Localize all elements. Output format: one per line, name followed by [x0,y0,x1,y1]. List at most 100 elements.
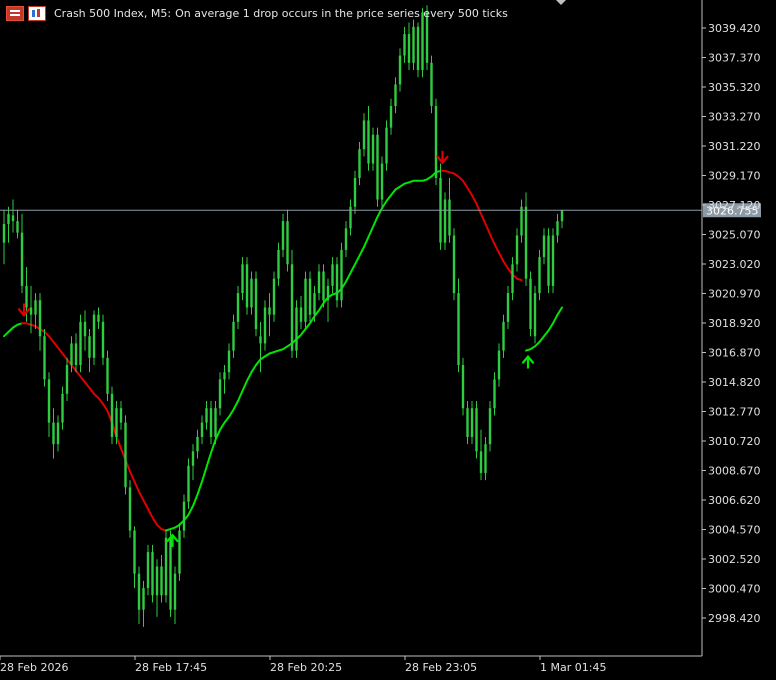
x-tick-label: 28 Feb 2026 [0,661,68,674]
candle-body [542,235,546,258]
candle [272,271,276,322]
candle-body [70,343,73,366]
candle [461,357,465,416]
candle-body [263,307,267,344]
candle-body [493,379,496,409]
candle-body [214,408,217,437]
x-tick-label: 1 Mar 01:45 [540,661,606,674]
candle-body [385,127,388,164]
candle-body [484,444,487,473]
candle-body [101,321,105,358]
candle-body [520,206,523,236]
candle-body [304,278,307,322]
candle [169,530,172,617]
candle-body [29,307,33,315]
y-tick-label: 3010.720 [708,435,761,448]
candle [295,300,298,358]
candle-body [497,350,501,380]
candle-body [209,408,213,437]
candle [538,249,541,301]
candle [376,127,379,207]
candle-body [551,235,555,286]
candle [110,386,114,445]
candle-body [358,149,361,178]
candle-body [61,393,64,423]
candle-body [110,393,114,437]
candle-body [407,34,411,63]
y-tick-label: 2998.420 [708,612,761,625]
candle-body [223,372,226,380]
candle-body [326,285,330,301]
candle-body [200,422,204,437]
x-tick-label: 28 Feb 20:25 [270,661,342,674]
chart-header: Crash 500 Index, M5: On average 1 drop o… [6,5,508,21]
chart-icon[interactable] [28,5,46,21]
y-tick-label: 3014.820 [708,376,761,389]
candle-body [56,422,60,445]
y-tick-label: 3023.020 [708,258,761,271]
y-tick-label: 3000.470 [708,583,761,596]
candle-body [547,235,550,286]
candle-body [335,264,339,301]
candle-body [187,465,190,502]
candle-body [416,26,420,71]
candle-body [155,566,159,596]
candle-body [475,408,478,452]
candle-body [11,215,15,222]
candle-body [169,537,172,610]
price-chart[interactable]: 3026.755 3039.4203037.3703035.3203033.27… [0,0,776,680]
candle [430,55,433,114]
trade-panel-icon[interactable] [6,5,24,21]
candle-body [452,235,456,294]
candle-body [7,213,10,224]
candle [290,249,294,358]
candle-body [434,105,438,178]
candle-body [394,84,397,106]
y-tick-label: 3031.220 [708,140,761,153]
candle-body [560,210,564,222]
candle [488,400,492,452]
candle-body [290,264,294,351]
candle-body [205,408,208,423]
candle-body [457,293,460,366]
y-tick-label: 3039.420 [708,22,761,35]
candle-body [191,451,195,466]
candle-body [16,221,19,233]
candle-body [65,365,69,394]
candle [92,310,96,366]
candle-body [128,487,132,531]
candle-body [466,408,469,437]
candle-body [317,271,321,294]
candle-body [227,350,231,373]
candle [335,257,339,308]
candle-body [250,278,253,308]
candle-body [443,199,447,243]
candle [101,314,105,366]
candle-body [151,552,154,596]
candle [308,271,312,322]
y-tick-label: 3029.170 [708,170,761,183]
candle [178,523,181,581]
candle [547,228,550,294]
candle-body [281,221,285,250]
candle-body [524,206,528,279]
candle-body [241,264,244,294]
candle-body [232,321,235,351]
candle-body [344,228,348,250]
candle-body [97,314,100,322]
candle-body [2,223,6,243]
candle-body [470,408,474,437]
y-tick-label: 3016.870 [708,347,761,360]
candle-body [340,249,343,301]
candle-body [538,257,541,294]
candle-body [313,293,316,315]
candle-body [367,120,370,164]
candle [79,314,82,373]
candle-body [178,530,181,574]
candle-body [142,588,145,610]
candle-body [488,408,492,445]
candle-body [389,105,393,128]
candle [106,350,109,401]
candle [475,400,478,459]
candle-body [119,408,123,423]
